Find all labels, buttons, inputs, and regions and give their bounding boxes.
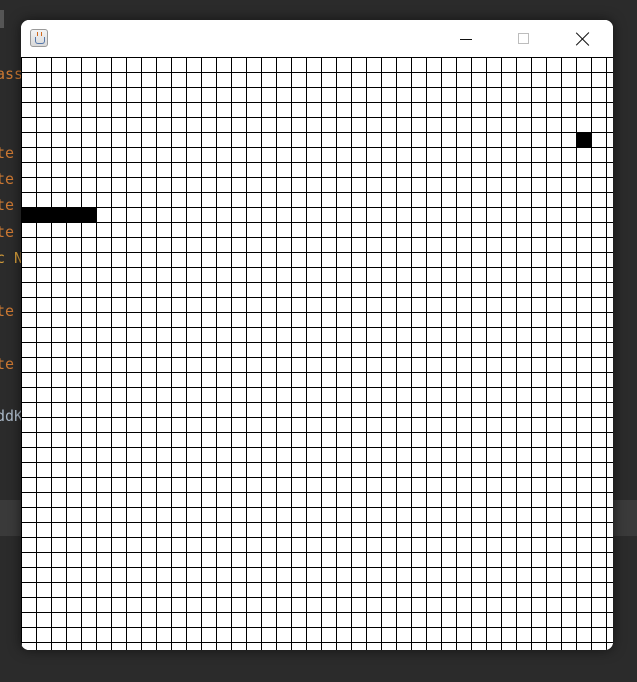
minimize-icon <box>460 38 472 40</box>
code-line: te <box>0 196 15 214</box>
game-window <box>21 20 613 650</box>
close-icon <box>576 32 590 46</box>
close-button[interactable] <box>560 20 606 57</box>
code-line: te <box>0 302 15 320</box>
code-line: c N <box>0 249 24 267</box>
maximize-button[interactable] <box>500 20 546 57</box>
code-line: te <box>0 223 15 241</box>
minimize-button[interactable] <box>443 20 489 57</box>
maximize-icon <box>517 33 529 44</box>
snake-body <box>21 207 96 222</box>
editor-tab-edge <box>0 10 4 28</box>
food-cell <box>576 132 591 147</box>
java-cup-icon[interactable] <box>30 29 48 47</box>
window-titlebar[interactable] <box>21 20 613 58</box>
code-line: ass <box>0 65 24 83</box>
code-line: te <box>0 355 15 373</box>
steam-icon-part <box>37 32 42 36</box>
game-board-grid[interactable] <box>21 57 613 650</box>
code-line: te <box>0 170 15 188</box>
code-line: te <box>0 144 15 162</box>
code-line: ddK <box>0 407 24 425</box>
cup-icon-part <box>35 37 45 44</box>
